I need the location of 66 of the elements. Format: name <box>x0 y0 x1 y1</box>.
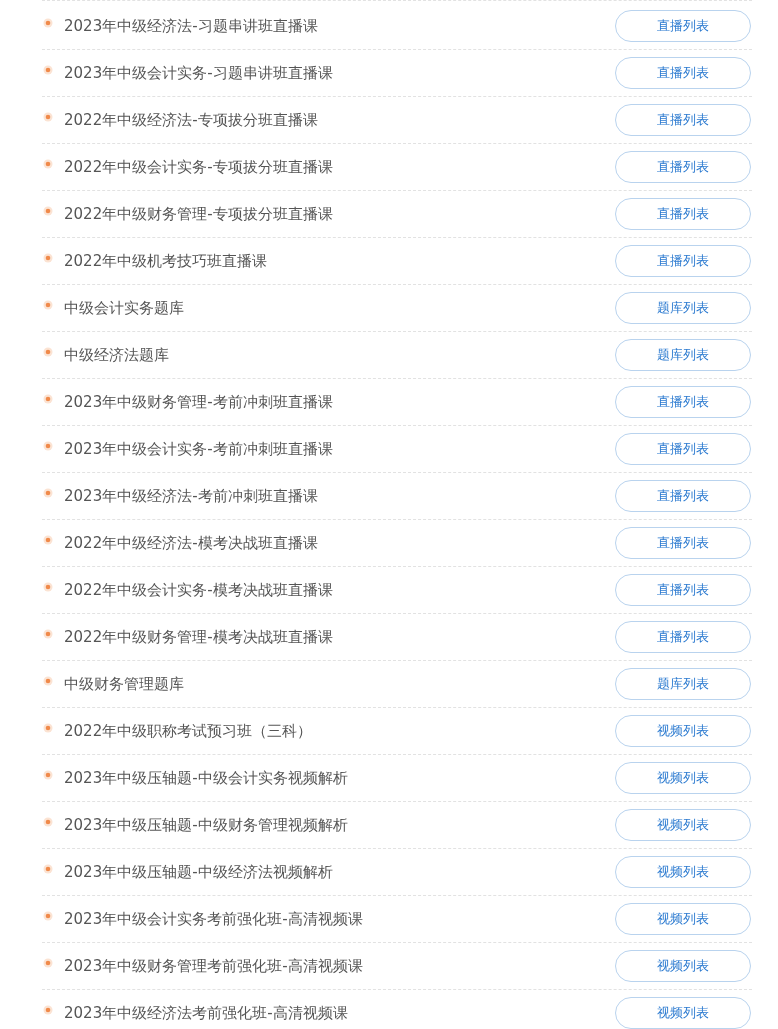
bullet-icon <box>43 441 53 451</box>
bullet-icon <box>43 582 53 592</box>
bullet-icon <box>43 1005 53 1015</box>
bullet-icon <box>43 300 53 310</box>
bullet-icon <box>43 65 53 75</box>
list-button[interactable]: 视频列表 <box>615 903 751 935</box>
list-button[interactable]: 直播列表 <box>615 245 751 277</box>
course-title: 2023年中级会计实务-习题串讲班直播课 <box>64 63 334 83</box>
bullet-icon <box>43 864 53 874</box>
bullet-icon <box>43 676 53 686</box>
list-button[interactable]: 直播列表 <box>615 574 751 606</box>
list-button[interactable]: 直播列表 <box>615 198 751 230</box>
bullet-icon <box>43 206 53 216</box>
bullet-icon <box>43 629 53 639</box>
course-title: 2023年中级压轴题-中级财务管理视频解析 <box>64 815 349 835</box>
course-title: 2023年中级会计实务考前强化班-高清视频课 <box>64 909 364 929</box>
bullet-icon <box>43 112 53 122</box>
bullet-icon <box>43 911 53 921</box>
course-title: 2023年中级经济法考前强化班-高清视频课 <box>64 1003 349 1023</box>
bullet-icon <box>43 488 53 498</box>
course-title: 2022年中级机考技巧班直播课 <box>64 251 269 271</box>
bullet-icon <box>43 18 53 28</box>
list-button[interactable]: 题库列表 <box>615 668 751 700</box>
course-title: 2022年中级职称考试预习班（三科） <box>64 721 314 741</box>
bullet-icon <box>43 958 53 968</box>
list-button[interactable]: 直播列表 <box>615 57 751 89</box>
course-title: 2023年中级压轴题-中级会计实务视频解析 <box>64 768 349 788</box>
list-button[interactable]: 视频列表 <box>615 809 751 841</box>
course-title: 2023年中级财务管理考前强化班-高清视频课 <box>64 956 364 976</box>
list-button[interactable]: 直播列表 <box>615 10 751 42</box>
course-title: 2022年中级财务管理-专项拔分班直播课 <box>64 204 334 224</box>
list-button[interactable]: 视频列表 <box>615 856 751 888</box>
course-title: 中级会计实务题库 <box>64 298 185 318</box>
list-button[interactable]: 直播列表 <box>615 433 751 465</box>
bullet-icon <box>43 253 53 263</box>
course-title: 2023年中级会计实务-考前冲刺班直播课 <box>64 439 334 459</box>
bullet-icon <box>43 159 53 169</box>
bullet-icon <box>43 347 53 357</box>
bullet-icon <box>43 770 53 780</box>
course-title: 2023年中级财务管理-考前冲刺班直播课 <box>64 392 334 412</box>
course-title: 2023年中级压轴题-中级经济法视频解析 <box>64 862 334 882</box>
bullet-icon <box>43 723 53 733</box>
list-button[interactable]: 视频列表 <box>615 715 751 747</box>
list-button[interactable]: 视频列表 <box>615 762 751 794</box>
course-title: 2023年中级经济法-考前冲刺班直播课 <box>64 486 319 506</box>
bullet-icon <box>43 394 53 404</box>
bullet-icon <box>43 535 53 545</box>
list-button[interactable]: 视频列表 <box>615 997 751 1029</box>
course-title: 2022年中级会计实务-专项拔分班直播课 <box>64 157 334 177</box>
list-button[interactable]: 直播列表 <box>615 151 751 183</box>
course-title: 中级经济法题库 <box>64 345 170 365</box>
bullet-icon <box>43 817 53 827</box>
course-title: 2022年中级会计实务-模考决战班直播课 <box>64 580 334 600</box>
list-button[interactable]: 题库列表 <box>615 292 751 324</box>
list-button[interactable]: 视频列表 <box>615 950 751 982</box>
list-button[interactable]: 直播列表 <box>615 104 751 136</box>
list-button[interactable]: 题库列表 <box>615 339 751 371</box>
course-title: 中级财务管理题库 <box>64 674 185 694</box>
course-title: 2022年中级经济法-模考决战班直播课 <box>64 533 319 553</box>
list-button[interactable]: 直播列表 <box>615 621 751 653</box>
course-title: 2022年中级财务管理-模考决战班直播课 <box>64 627 334 647</box>
course-title: 2023年中级经济法-习题串讲班直播课 <box>64 16 319 36</box>
course-title: 2022年中级经济法-专项拔分班直播课 <box>64 110 319 130</box>
list-button[interactable]: 直播列表 <box>615 386 751 418</box>
list-button[interactable]: 直播列表 <box>615 527 751 559</box>
list-button[interactable]: 直播列表 <box>615 480 751 512</box>
